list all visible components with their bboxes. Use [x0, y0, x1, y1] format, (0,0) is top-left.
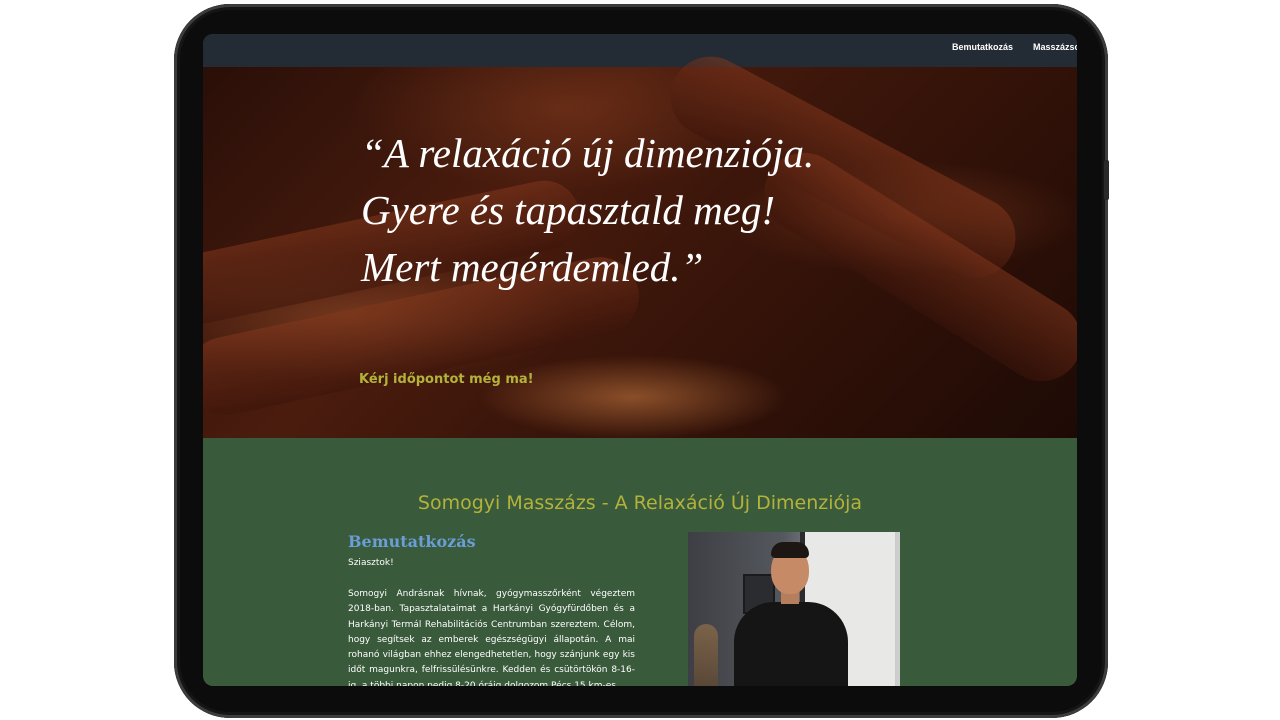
nav-item-bemutatkozas[interactable]: Bemutatkozás — [952, 42, 1013, 52]
hero-quote-line: “A relaxáció új dimenziója. — [361, 130, 815, 176]
top-navigation: Bemutatkozás Masszázsok — [203, 34, 1077, 67]
section-title: Somogyi Masszázs - A Relaxáció Új Dimenz… — [417, 492, 863, 514]
masseur-photo — [688, 532, 900, 686]
hero-quote-line: Gyere és tapasztald meg! — [361, 187, 776, 233]
intro-greeting: Sziasztok! — [348, 558, 394, 568]
hero-quote: “A relaxáció új dimenziója. Gyere és tap… — [361, 125, 921, 296]
photo-plant — [694, 624, 718, 686]
tablet-volume-button — [1104, 160, 1109, 200]
book-appointment-link[interactable]: Kérj időpontot még ma! — [359, 372, 534, 387]
browser-viewport: Bemutatkozás Masszázsok “A relaxáció új … — [203, 34, 1077, 686]
photo-person-torso — [734, 602, 848, 686]
hero-quote-line: Mert megérdemled.” — [361, 244, 704, 290]
hero-banner: “A relaxáció új dimenziója. Gyere és tap… — [203, 42, 1077, 438]
intro-heading: Bemutatkozás — [348, 532, 476, 551]
photo-person-hair — [771, 542, 809, 558]
nav-item-masszazsok[interactable]: Masszázsok — [1033, 42, 1077, 52]
intro-body-text: Somogyi Andrásnak hívnak, gyógymasszőrké… — [348, 589, 635, 686]
